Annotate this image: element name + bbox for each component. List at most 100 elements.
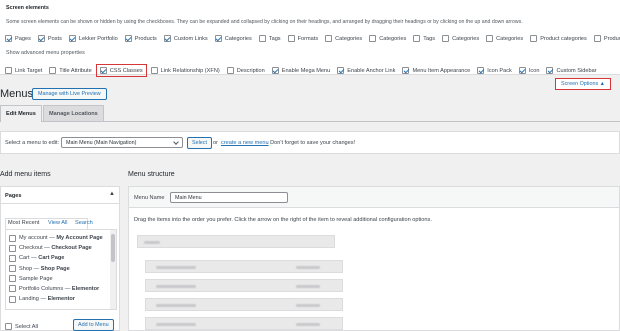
menu-name-label: Menu Name [134, 195, 165, 201]
checked-box-icon[interactable] [99, 67, 107, 74]
unchecked-box-icon[interactable] [9, 285, 16, 293]
menu-name-value: Main Menu [175, 195, 202, 201]
unchecked-box-icon[interactable] [9, 265, 16, 273]
checkbox-categories[interactable]: Categories [486, 35, 523, 42]
checkbox-pages[interactable]: Pages [5, 35, 31, 42]
checked-box-icon[interactable] [337, 67, 345, 74]
tab-view-all[interactable]: View All [48, 220, 68, 226]
add-to-menu-button[interactable]: Add to Menu [73, 319, 114, 331]
page-template-text: My Account Page [56, 235, 103, 241]
unchecked-box-icon[interactable] [9, 244, 16, 252]
checkbox-product-categories[interactable]: Product categories [530, 35, 587, 42]
checkbox-tags[interactable]: Tags [258, 35, 281, 42]
unchecked-box-icon[interactable] [325, 35, 333, 42]
unchecked-box-icon[interactable] [369, 35, 377, 42]
select-all-checkbox[interactable]: Select All [5, 323, 38, 330]
tabs-divider [0, 121, 620, 122]
checkbox-custom-links[interactable]: Custom Links [163, 35, 208, 42]
list-item[interactable]: My account — My Account Page [9, 234, 104, 242]
checked-box-icon[interactable] [402, 67, 410, 74]
checkbox-categories[interactable]: Categories [442, 35, 479, 42]
unchecked-box-icon[interactable] [258, 35, 266, 42]
checked-box-icon[interactable] [477, 67, 485, 74]
checkbox-categories[interactable]: Categories [369, 35, 406, 42]
unchecked-box-icon[interactable] [486, 35, 494, 42]
checkbox-categories[interactable]: Categories [325, 35, 362, 42]
menu-item[interactable] [145, 279, 343, 292]
tab-manage-locations[interactable]: Manage Locations [43, 105, 104, 121]
checkbox-label: Tags [268, 35, 281, 42]
checked-box-icon[interactable] [518, 67, 526, 74]
unchecked-box-icon[interactable] [226, 67, 234, 74]
checkbox-menu-item-appearance[interactable]: Menu Item Appearance [402, 67, 470, 74]
unchecked-box-icon[interactable] [287, 35, 295, 42]
manage-live-preview-button[interactable]: Manage with Live Preview [32, 88, 107, 100]
menu-select[interactable]: Main Menu (Main Navigation) [61, 137, 183, 148]
list-item[interactable]: Cart — Cart Page [9, 254, 104, 262]
unchecked-box-icon[interactable] [5, 67, 12, 74]
menu-item[interactable] [137, 235, 335, 248]
unchecked-box-icon[interactable] [9, 234, 16, 242]
unchecked-box-icon[interactable] [442, 35, 450, 42]
checkbox-categories[interactable]: Categories [214, 35, 252, 42]
checked-box-icon[interactable] [546, 67, 554, 74]
checked-box-icon[interactable] [5, 35, 12, 42]
unchecked-box-icon[interactable] [9, 275, 16, 283]
checkbox-enable-mega-menu[interactable]: Enable Mega Menu [271, 67, 330, 74]
list-item[interactable]: Sample Page [9, 275, 104, 283]
checkbox-tags[interactable]: Tags [413, 35, 435, 42]
unchecked-box-icon[interactable] [49, 67, 57, 74]
checked-box-icon[interactable] [214, 35, 222, 42]
checked-box-icon[interactable] [163, 35, 171, 42]
checkbox-enable-anchor-link[interactable]: Enable Anchor Link [337, 67, 395, 74]
scrollbar-thumb[interactable] [111, 234, 115, 262]
checkbox-label: Menu Item Appearance [412, 67, 471, 74]
checked-box-icon[interactable] [124, 35, 132, 42]
advanced-properties-checkboxes: Link Target Title Attribute CSS Classes Lin… [5, 64, 604, 77]
scrollbar[interactable] [110, 230, 116, 309]
unchecked-box-icon[interactable] [9, 295, 16, 303]
menu-name-input[interactable]: Main Menu [170, 192, 288, 203]
checkbox-icon[interactable]: Icon [518, 67, 540, 74]
checkbox-lekker-portfolio[interactable]: Lekker Portfolio [68, 35, 118, 42]
unchecked-box-icon[interactable] [150, 67, 158, 74]
checkbox-title-attribute[interactable]: Title Attribute [49, 67, 92, 74]
menu-item[interactable] [145, 260, 343, 273]
list-item[interactable]: Portfolio Columns — Elementor [9, 285, 104, 293]
checkbox-description[interactable]: Description [226, 67, 265, 74]
checkbox-css-classes[interactable]: CSS Classes [95, 64, 147, 77]
tab-edit-menus[interactable]: Edit Menus [0, 105, 42, 122]
checkbox-icon-pack[interactable]: Icon Pack [477, 67, 512, 74]
select-all-box[interactable] [5, 323, 12, 330]
checkbox-posts[interactable]: Posts [37, 35, 62, 42]
checked-box-icon[interactable] [271, 67, 279, 74]
unchecked-box-icon[interactable] [530, 35, 538, 42]
menu-name-bar: Menu Name Main Menu [129, 187, 619, 208]
collapse-arrow-icon[interactable]: ▲ [109, 191, 115, 197]
checked-box-icon[interactable] [68, 35, 76, 42]
create-new-menu-link[interactable]: create a new menu [221, 140, 269, 146]
list-item[interactable]: Shop — Shop Page [9, 265, 104, 273]
unchecked-box-icon[interactable] [413, 35, 421, 42]
checkbox-custom-sidebar[interactable]: Custom Sidebar [546, 67, 597, 74]
checkbox-products[interactable]: Products [124, 35, 157, 42]
list-item[interactable]: Landing — Elementor [9, 295, 104, 303]
unchecked-box-icon[interactable] [9, 254, 16, 262]
checkbox-link-relationship-xfn[interactable]: Link Relationship (XFN) [150, 67, 220, 74]
tab-search[interactable]: Search [75, 220, 93, 226]
checkbox-label: Categories [452, 35, 480, 42]
checkbox-formats[interactable]: Formats [287, 35, 318, 42]
menu-item[interactable] [145, 317, 343, 330]
tab-most-recent[interactable]: Most Recent [8, 220, 39, 226]
checkbox-product-tags[interactable]: Product tags [593, 35, 620, 42]
unchecked-box-icon[interactable] [593, 35, 601, 42]
checkbox-link-target[interactable]: Link Target [5, 67, 42, 74]
checkbox-label: Icon [528, 67, 540, 74]
menu-item[interactable] [145, 298, 343, 311]
screen-options-button[interactable]: Screen Options ▲ [555, 78, 611, 90]
list-item[interactable]: Checkout — Checkout Page [9, 244, 104, 252]
page-label: Checkout — Checkout Page [19, 244, 92, 252]
pages-panel-header[interactable]: Pages ▲ [1, 187, 119, 204]
checked-box-icon[interactable] [37, 35, 45, 42]
select-button[interactable]: Select [187, 137, 212, 149]
